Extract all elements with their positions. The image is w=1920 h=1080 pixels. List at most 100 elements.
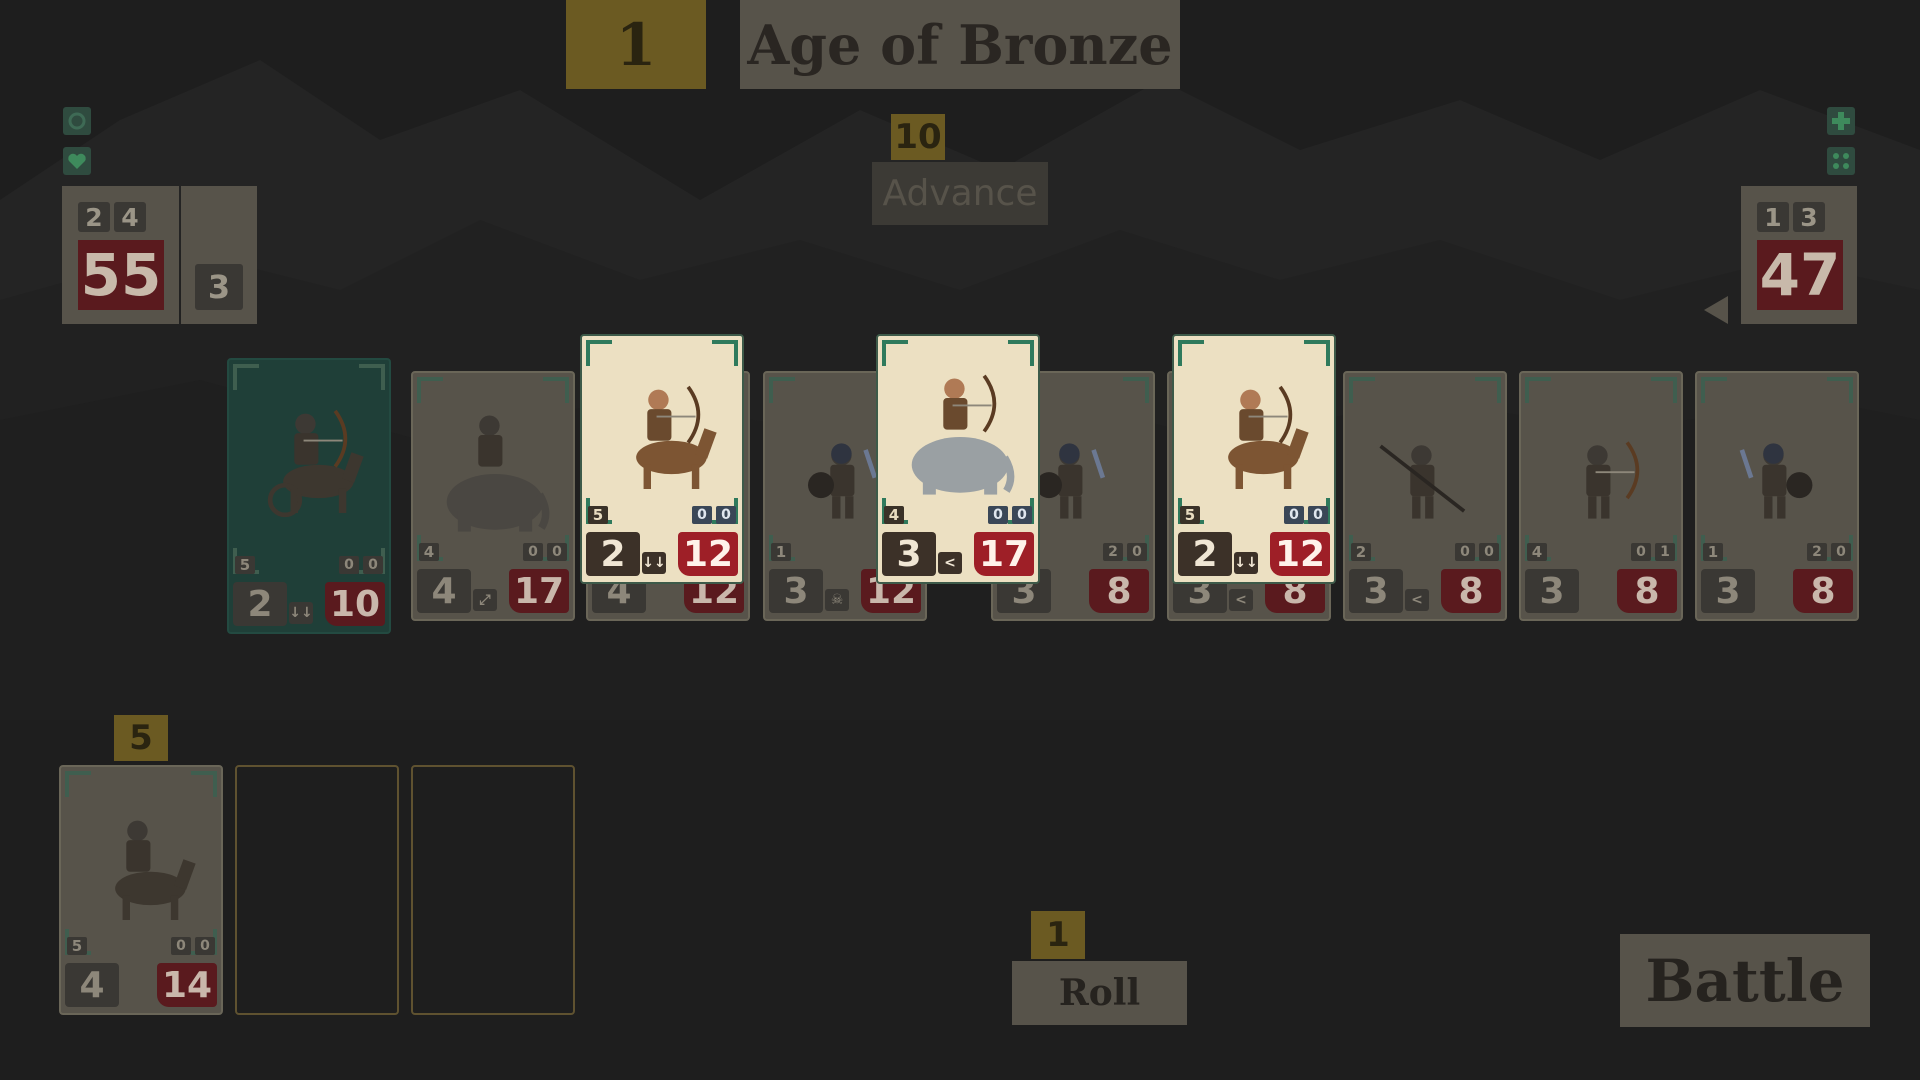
unit-counter-a: 0 — [339, 556, 359, 574]
unit-tier: 1 — [1703, 543, 1723, 561]
roll-button[interactable]: Roll — [1012, 961, 1187, 1025]
player-hp: 55 — [78, 240, 164, 310]
card-corner-ornament — [1123, 377, 1149, 403]
player-attack: 2 — [78, 202, 110, 232]
card-corner-ornament — [543, 377, 569, 403]
unit-counter-a: 0 — [1284, 506, 1304, 524]
enemy-defense: 3 — [1793, 202, 1825, 232]
card-corner-ornament — [882, 340, 908, 366]
unit-counter-b: 0 — [547, 543, 567, 561]
card-corner-ornament — [1178, 340, 1204, 366]
unit-health: 10 — [325, 582, 385, 626]
card-corner-ornament — [1349, 377, 1375, 403]
unit-counter-b: 0 — [716, 506, 736, 524]
shop-card-2[interactable]: 4 0 0 3 <17 — [876, 334, 1040, 584]
dice-icon[interactable] — [1827, 147, 1855, 175]
card-corner-ornament — [233, 364, 259, 390]
unit-ability-icon: ↓↓ — [1234, 552, 1258, 574]
unit-counter-a: 0 — [523, 543, 543, 561]
unit-sprite — [1739, 443, 1813, 519]
unit-attack: 3 — [1701, 569, 1755, 613]
unit-counter-a: 0 — [171, 937, 191, 955]
unit-tier: 5 — [1180, 506, 1200, 524]
reserve-slot-empty-1[interactable] — [235, 765, 399, 1015]
unit-sprite — [636, 385, 717, 489]
unit-counter-b: 0 — [1127, 543, 1147, 561]
card-corner-ornament — [359, 364, 385, 390]
card-corner-ornament — [769, 377, 795, 403]
enemy-stats-panel: 1 3 47 — [1741, 186, 1857, 324]
card-corner-ornament — [586, 340, 612, 366]
shop-card-1[interactable]: 5 0 0 2 ↓↓ 12 — [580, 334, 744, 584]
gear-icon[interactable] — [63, 107, 91, 135]
unit-ability-icon: ↓↓ — [642, 552, 666, 574]
unit-tier: 4 — [884, 506, 904, 524]
unit-counter-a: 0 — [1455, 543, 1475, 561]
unit-counter-a: 0 — [692, 506, 712, 524]
unit-tier: 4 — [1527, 543, 1547, 561]
army-card-9[interactable]: 1 20 38 — [1695, 371, 1859, 621]
army-card-7[interactable]: 2 0 0 3 <8 — [1343, 371, 1507, 621]
unit-ability-icon: < — [1405, 589, 1429, 611]
army-card-2[interactable]: 4 0 0 4 ⤢ 17 — [411, 371, 575, 621]
unit-attack: 2 — [1178, 532, 1232, 576]
enemy-turn-arrow-icon — [1704, 296, 1728, 324]
unit-health: 14 — [157, 963, 217, 1007]
unit-attack: 3 — [1349, 569, 1403, 613]
unit-sprite — [1586, 441, 1640, 519]
unit-attack: 2 — [586, 532, 640, 576]
player-gold-panel: 3 — [181, 186, 257, 324]
unit-health: 17 — [974, 532, 1034, 576]
plus-icon[interactable] — [1827, 107, 1855, 135]
card-corner-ornament — [1827, 377, 1853, 403]
card-corner-ornament — [1475, 377, 1501, 403]
unit-counter-a: 0 — [988, 506, 1008, 524]
shop-card-3[interactable]: 5 0 0 2 ↓↓ 12 — [1172, 334, 1336, 584]
unit-sprite — [911, 374, 1015, 495]
unit-tier: 1 — [771, 543, 791, 561]
card-corner-ornament — [1701, 377, 1727, 403]
unit-tier: 5 — [235, 556, 255, 574]
unit-health: 8 — [1793, 569, 1853, 613]
battle-button[interactable]: Battle — [1620, 934, 1870, 1027]
card-corner-ornament — [712, 340, 738, 366]
card-corner-ornament — [1008, 340, 1034, 366]
unit-health: 17 — [509, 569, 569, 613]
unit-attack: 3 — [882, 532, 936, 576]
unit-counter-a: 2 — [1807, 543, 1827, 561]
unit-counter-a: 0 — [1631, 543, 1651, 561]
unit-sprite — [446, 415, 550, 532]
unit-counter-b: 0 — [1831, 543, 1851, 561]
army-card-8[interactable]: 4 01 38 — [1519, 371, 1683, 621]
unit-ability-icon: < — [938, 552, 962, 574]
enemy-hp: 47 — [1757, 240, 1843, 310]
unit-health: 8 — [1617, 569, 1677, 613]
unit-sprite — [115, 820, 196, 920]
card-corner-ornament — [1651, 377, 1677, 403]
unit-attack: 4 — [65, 963, 119, 1007]
unit-counter-b: 0 — [363, 556, 383, 574]
card-corner-ornament — [417, 377, 443, 403]
unit-health: 12 — [1270, 532, 1330, 576]
reserve-slot-empty-2[interactable] — [411, 765, 575, 1015]
unit-tier: 5 — [67, 937, 87, 955]
player-defense: 4 — [114, 202, 146, 232]
unit-sprite — [1379, 444, 1466, 519]
unit-attack: 2 — [233, 582, 287, 626]
unit-tier: 5 — [588, 506, 608, 524]
era-number: 1 — [566, 0, 706, 89]
reserve-cost-badge: 5 — [114, 715, 168, 761]
unit-ability-icon: ☠ — [825, 589, 849, 611]
army-card-1[interactable]: 5 0 0 2 ↓↓ 10 — [227, 358, 391, 634]
heart-icon[interactable] — [63, 147, 91, 175]
unit-attack: 3 — [1525, 569, 1579, 613]
unit-sprite — [267, 409, 364, 518]
unit-ability-icon: ↓↓ — [289, 602, 313, 624]
unit-ability-icon: ⤢ — [473, 589, 497, 611]
advance-button[interactable]: Advance — [872, 162, 1048, 225]
card-corner-ornament — [191, 771, 217, 797]
unit-sprite — [1228, 385, 1309, 489]
unit-tier: 2 — [1351, 543, 1371, 561]
reserve-card[interactable]: 5 0 0 4 14 — [59, 765, 223, 1015]
unit-counter-b: 0 — [195, 937, 215, 955]
